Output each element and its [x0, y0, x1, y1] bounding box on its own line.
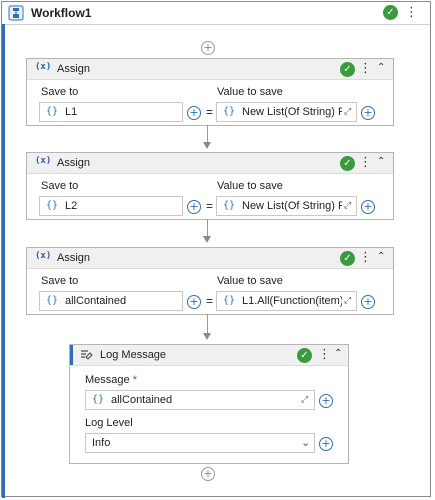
- log-message-icon: [81, 350, 93, 360]
- assign-icon: (x): [35, 156, 52, 166]
- expand-editor-icon[interactable]: ⤢: [344, 296, 351, 306]
- save-to-value: L2: [65, 200, 78, 212]
- equals-sign: =: [206, 105, 214, 119]
- expression-icon: {}: [46, 200, 59, 211]
- value-text: New List(Of String) Fro: [242, 200, 342, 212]
- valid-check-icon: ✓: [383, 5, 398, 20]
- assign-1-title: Assign: [57, 63, 91, 75]
- plus-icon[interactable]: +: [361, 200, 375, 214]
- log-message-title: Log Message: [100, 349, 167, 361]
- expression-icon: {}: [46, 106, 59, 117]
- connector-arrow: [203, 333, 211, 340]
- workflow-frame: Workflow1 ✓ ⋮ + (x) Assign ✓ ⋮ ⌃ Save to…: [1, 1, 431, 498]
- connector-arrow: [203, 236, 211, 243]
- valid-check-icon: ✓: [340, 251, 355, 266]
- assign-3-title: Assign: [57, 252, 91, 264]
- plus-icon[interactable]: +: [319, 437, 333, 451]
- message-field[interactable]: {} allContained ⤢: [85, 390, 315, 410]
- expression-icon: {}: [223, 295, 236, 306]
- workflow-left-accent: [2, 24, 5, 498]
- valid-check-icon: ✓: [340, 62, 355, 77]
- assign-1-header: (x) Assign ✓ ⋮ ⌃: [27, 59, 393, 80]
- save-to-label: Save to: [41, 180, 79, 192]
- connector-arrow: [203, 142, 211, 149]
- plus-icon[interactable]: +: [361, 295, 375, 309]
- expression-icon: {}: [46, 295, 59, 306]
- assign-3-menu-icon[interactable]: ⋮: [359, 251, 372, 265]
- save-to-value: allContained: [65, 295, 127, 307]
- equals-sign: =: [206, 294, 214, 308]
- valid-check-icon: ✓: [340, 156, 355, 171]
- expression-icon: {}: [92, 394, 105, 405]
- assign-1-menu-icon[interactable]: ⋮: [359, 62, 372, 76]
- value-field[interactable]: {} New List(Of String) Fro ⤢: [216, 196, 357, 216]
- save-to-label: Save to: [41, 86, 79, 98]
- plus-icon[interactable]: +: [187, 106, 201, 120]
- value-text: L1.All(Function(item) L: [242, 295, 342, 307]
- expand-editor-icon[interactable]: ⤢: [344, 201, 351, 211]
- assign-2-menu-icon[interactable]: ⋮: [359, 156, 372, 170]
- assign-icon: (x): [35, 62, 52, 72]
- expand-editor-icon[interactable]: ⤢: [344, 107, 351, 117]
- valid-check-icon: ✓: [297, 348, 312, 363]
- chevron-down-icon[interactable]: ⌄: [301, 436, 310, 449]
- value-field[interactable]: {} L1.All(Function(item) L ⤢: [216, 291, 357, 311]
- log-level-select[interactable]: Info ⌄: [85, 433, 315, 453]
- collapse-icon[interactable]: ⌃: [377, 251, 385, 262]
- log-accent: [70, 345, 73, 365]
- assign-2-header: (x) Assign ✓ ⋮ ⌃: [27, 153, 393, 174]
- save-to-value: L1: [65, 106, 78, 118]
- collapse-icon[interactable]: ⌃: [377, 62, 385, 73]
- expression-icon: {}: [223, 106, 236, 117]
- assign-2-title: Assign: [57, 157, 91, 169]
- save-to-field[interactable]: {} L2: [39, 196, 183, 216]
- plus-icon[interactable]: +: [361, 106, 375, 120]
- message-value: allContained: [111, 394, 173, 406]
- workflow-header: Workflow1 ✓ ⋮: [2, 2, 430, 25]
- assign-activity-3[interactable]: (x) Assign ✓ ⋮ ⌃ Save to Value to save {…: [26, 247, 394, 315]
- log-message-header: Log Message ✓ ⋮ ⌃: [70, 345, 348, 366]
- log-level-label: Log Level: [85, 417, 133, 429]
- add-activity-top-icon[interactable]: +: [201, 41, 215, 55]
- save-to-label: Save to: [41, 275, 79, 287]
- expression-icon: {}: [223, 200, 236, 211]
- sequence-icon: [8, 5, 24, 21]
- connector-line: [207, 125, 208, 142]
- value-to-save-label: Value to save: [217, 275, 283, 287]
- assign-3-header: (x) Assign ✓ ⋮ ⌃: [27, 248, 393, 269]
- plus-icon[interactable]: +: [187, 295, 201, 309]
- connector-line: [207, 314, 208, 333]
- value-field[interactable]: {} New List(Of String) Fro ⤢: [216, 102, 357, 122]
- log-level-value: Info: [92, 437, 111, 449]
- connector-line: [207, 219, 208, 236]
- add-activity-bottom-icon[interactable]: +: [201, 467, 215, 481]
- log-menu-icon[interactable]: ⋮: [318, 348, 331, 362]
- value-to-save-label: Value to save: [217, 86, 283, 98]
- collapse-icon[interactable]: ⌃: [377, 156, 385, 167]
- value-to-save-label: Value to save: [217, 180, 283, 192]
- workflow-menu-icon[interactable]: ⋮: [405, 6, 418, 20]
- workflow-title: Workflow1: [31, 6, 92, 20]
- equals-sign: =: [206, 199, 214, 213]
- message-label: Message *: [85, 374, 137, 386]
- save-to-field[interactable]: {} allContained: [39, 291, 183, 311]
- value-text: New List(Of String) Fro: [242, 106, 342, 118]
- plus-icon[interactable]: +: [187, 200, 201, 214]
- assign-icon: (x): [35, 251, 52, 261]
- expand-editor-icon[interactable]: ⤢: [301, 395, 308, 405]
- save-to-field[interactable]: {} L1: [39, 102, 183, 122]
- log-message-activity[interactable]: Log Message ✓ ⋮ ⌃ Message * {} allContai…: [69, 344, 349, 464]
- plus-icon[interactable]: +: [319, 394, 333, 408]
- assign-activity-1[interactable]: (x) Assign ✓ ⋮ ⌃ Save to Value to save {…: [26, 58, 394, 126]
- assign-activity-2[interactable]: (x) Assign ✓ ⋮ ⌃ Save to Value to save {…: [26, 152, 394, 220]
- collapse-icon[interactable]: ⌃: [334, 348, 342, 359]
